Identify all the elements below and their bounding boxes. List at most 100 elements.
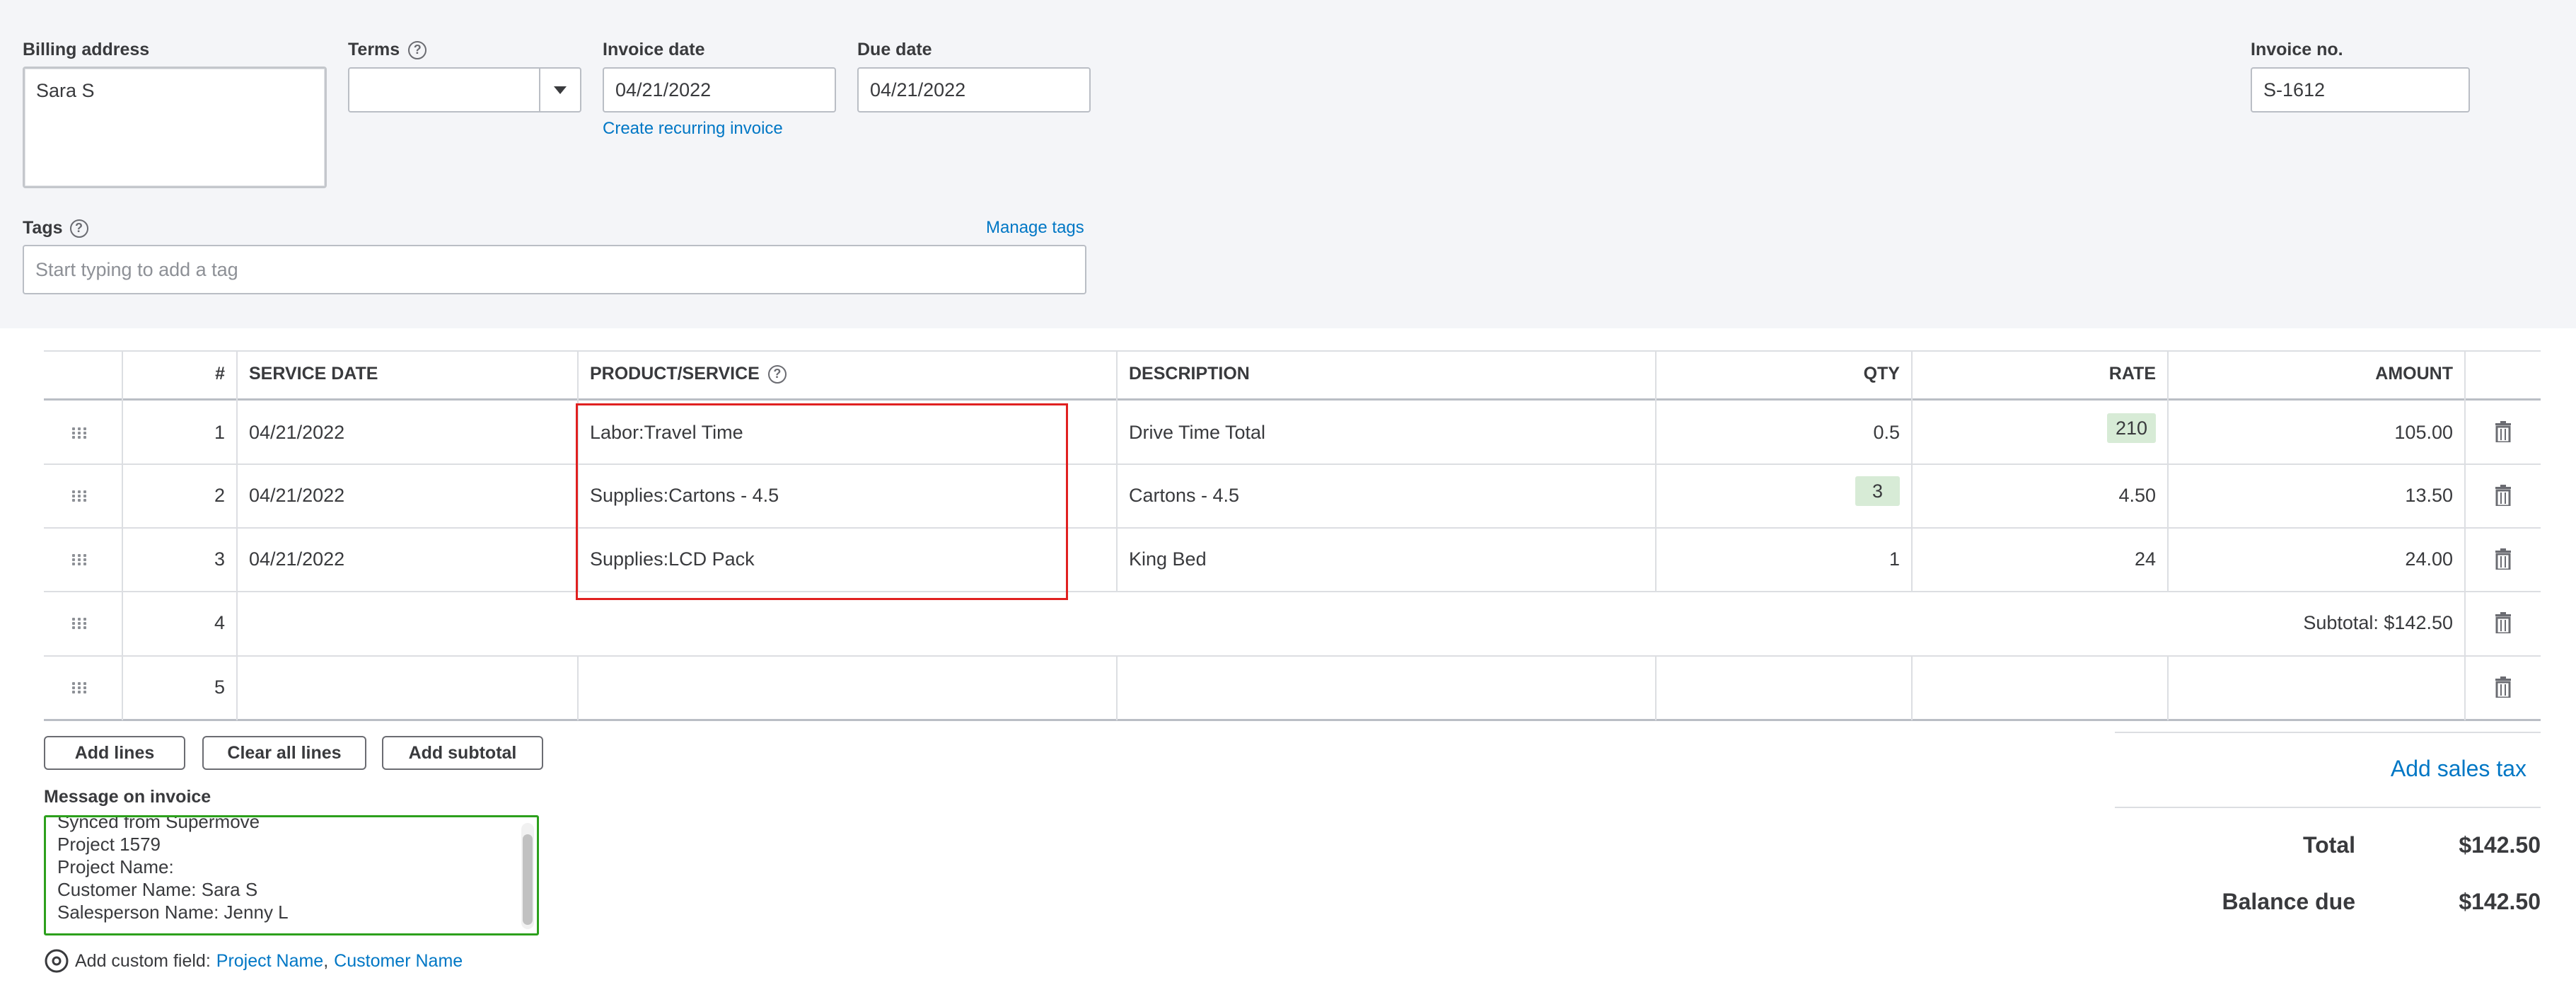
trash-icon[interactable] [2495,612,2511,633]
col-divider [1911,655,1913,720]
col-divider [1116,655,1118,720]
product-cell[interactable]: Supplies:Cartons - 4.5 [590,485,779,507]
tags-help-icon[interactable]: ? [69,219,88,238]
drag-handle-icon[interactable] [72,682,86,693]
custom-field-label: Add custom field: [75,950,211,971]
service-date-cell[interactable]: 04/21/2022 [249,548,344,570]
balance-due-value: $142.50 [2459,889,2541,914]
message-line: Salesperson Name: Jenny L [57,902,289,923]
product-cell[interactable]: Supplies:LCD Pack [590,548,755,570]
description-cell[interactable]: King Bed [1129,548,1207,570]
row-divider [44,591,2541,592]
description-cell[interactable]: Cartons - 4.5 [1129,485,1239,507]
tags-input[interactable]: Start typing to add a tag [23,245,1086,294]
description-cell[interactable]: Drive Time Total [1129,422,1265,444]
drag-handle-icon[interactable] [72,490,86,502]
totals-divider [2115,807,2541,808]
due-date-value: 04/21/2022 [870,79,966,100]
total-value: $142.50 [2459,832,2541,858]
col-header-description[interactable]: DESCRIPTION [1129,364,1250,384]
chevron-down-icon [554,86,567,94]
table-header-border [44,398,2541,401]
totals-divider [2115,732,2541,733]
drag-handle-icon[interactable] [72,618,86,629]
invoice-date-label: Invoice date [603,40,705,59]
terms-dropdown-button[interactable] [539,69,580,111]
qty-cell[interactable]: 1 [1655,548,1900,570]
col-divider [1655,655,1657,720]
terms-label-group: Terms ? [348,40,427,60]
col-divider [2464,350,2466,720]
message-scrollbar[interactable] [521,823,534,929]
col-header-qty[interactable]: QTY [1655,364,1900,384]
message-textarea[interactable]: Synced from Supermove Project 1579 Proje… [44,815,539,935]
rate-cell[interactable]: 4.50 [1911,485,2156,507]
terms-help-icon[interactable]: ? [408,40,427,59]
custom-field-project-name-link[interactable]: Project Name [216,951,323,972]
add-subtotal-button[interactable]: Add subtotal [382,736,543,770]
message-scrollbar-thumb[interactable] [523,834,533,925]
row-number: 1 [214,422,225,443]
total-label: Total [2302,832,2355,858]
service-date-cell[interactable]: 04/21/2022 [249,485,344,507]
col-divider [577,350,579,591]
col-divider [2167,655,2169,720]
clear-all-lines-button[interactable]: Clear all lines [202,736,366,770]
create-recurring-invoice-link[interactable]: Create recurring invoice [603,119,783,139]
row-divider [44,655,2541,657]
col-header-amount[interactable]: AMOUNT [2167,364,2453,384]
subtotal-text: Subtotal: $142.50 [2303,612,2453,633]
product-help-icon[interactable]: ? [767,364,787,384]
trash-icon[interactable] [2495,676,2511,698]
add-sales-tax-link[interactable]: Add sales tax [2193,756,2526,782]
due-date-input[interactable]: 04/21/2022 [857,67,1091,113]
tags-label: Tags [23,218,63,238]
col-header-num: # [215,364,225,384]
trash-icon[interactable] [2495,548,2511,570]
invoice-date-input[interactable]: 04/21/2022 [603,67,836,113]
row-number: 3 [214,548,225,570]
row-divider [44,527,2541,529]
invoice-date-value: 04/21/2022 [615,79,712,100]
row-number: 5 [214,676,225,698]
qty-cell[interactable]: 0.5 [1655,422,1900,444]
custom-field-customer-name-link[interactable]: Customer Name [334,951,463,972]
billing-address-value: Sara S [36,80,95,101]
trash-icon[interactable] [2495,421,2511,442]
message-line: Project Name: [57,856,174,877]
col-header-rate[interactable]: RATE [1911,364,2156,384]
col-header-product[interactable]: PRODUCT/SERVICE [590,364,760,384]
service-date-cell[interactable]: 04/21/2022 [249,422,344,444]
col-header-product-group: PRODUCT/SERVICE ? [590,364,787,384]
table-bottom-border [44,719,2541,721]
manage-tags-link[interactable]: Manage tags [986,218,1084,238]
billing-address-label: Billing address [23,40,150,59]
col-header-service-date[interactable]: SERVICE DATE [249,364,378,384]
drag-handle-icon[interactable] [72,554,86,565]
gear-icon[interactable] [44,948,69,974]
drag-handle-icon[interactable] [72,427,86,439]
tags-label-group: Tags ? [23,218,88,238]
rate-cell[interactable]: 210 [1911,413,2156,443]
product-cell[interactable]: Labor:Travel Time [590,422,743,444]
amount-cell: 24.00 [2405,548,2453,570]
invoice-no-value: S-1612 [2263,79,2326,100]
col-divider [236,350,238,720]
col-divider [1116,350,1118,591]
invoice-no-input[interactable]: S-1612 [2251,67,2470,113]
trash-icon[interactable] [2495,485,2511,506]
qty-cell[interactable]: 3 [1655,476,1900,506]
row-divider [44,463,2541,465]
rate-value: 210 [2106,413,2156,443]
balance-due-label: Balance due [2222,889,2355,914]
terms-select[interactable] [348,67,581,113]
table-top-border [44,350,2541,352]
billing-address-field[interactable]: Sara S [23,67,327,188]
qty-value: 3 [1855,476,1900,506]
custom-field-row: Add custom field: Project Name, Customer… [44,948,463,974]
add-lines-button[interactable]: Add lines [44,736,185,770]
due-date-label: Due date [857,40,932,59]
message-line: Project 1579 [57,834,161,855]
rate-cell[interactable]: 24 [1911,548,2156,570]
invoice-no-label: Invoice no. [2251,40,2343,59]
